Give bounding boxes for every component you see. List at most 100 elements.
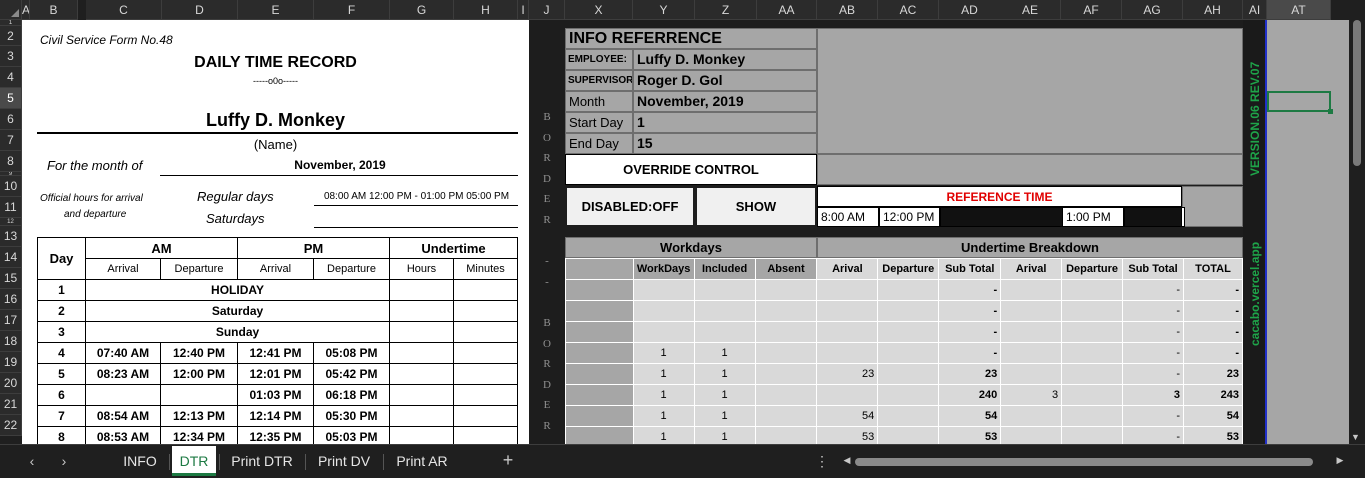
sheet-tab-info[interactable]: INFO	[110, 446, 170, 476]
row-header-2[interactable]: 2	[0, 26, 22, 46]
column-header-ae[interactable]: AE	[1000, 0, 1061, 20]
grid-cell[interactable]: -	[1122, 321, 1185, 343]
grid-cell[interactable]	[754, 426, 818, 444]
column-header-f[interactable]: F	[314, 0, 390, 20]
column-header-at[interactable]: AT	[1267, 0, 1331, 20]
row-header-17[interactable]: 17	[0, 310, 22, 331]
row-header-3[interactable]: 3	[0, 46, 22, 67]
column-header-c[interactable]: C	[86, 0, 162, 20]
row-header-5[interactable]: 5	[0, 88, 22, 109]
grid-cell[interactable]	[816, 279, 879, 301]
grid-cell[interactable]	[693, 321, 756, 343]
grid-cell[interactable]: -	[938, 321, 1002, 343]
column-header-z[interactable]: Z	[695, 0, 757, 20]
column-header-d[interactable]: D	[162, 0, 238, 20]
column-header-e[interactable]: E	[238, 0, 314, 20]
grid-cell[interactable]	[1061, 279, 1124, 301]
column-header-g[interactable]: G	[390, 0, 454, 20]
grid-cell[interactable]: 1	[632, 384, 695, 406]
grid-cell[interactable]	[1000, 405, 1063, 427]
grid-cell[interactable]: -	[1122, 300, 1185, 322]
grid-cell[interactable]: -	[938, 279, 1002, 301]
column-header-ad[interactable]: AD	[939, 0, 1001, 20]
grid-cell[interactable]: 53	[938, 426, 1002, 444]
column-header-ai[interactable]: AI	[1243, 0, 1267, 20]
grid-cell[interactable]	[1000, 300, 1063, 322]
grid-cell[interactable]	[632, 321, 695, 343]
grid-cell[interactable]: 54	[1183, 405, 1243, 427]
grid-cell[interactable]	[754, 321, 818, 343]
tab-next-icon[interactable]: ›	[54, 453, 74, 469]
grid-cell[interactable]	[693, 279, 756, 301]
grid-cell[interactable]	[1061, 405, 1124, 427]
grid-cell[interactable]	[693, 300, 756, 322]
row-header-19[interactable]: 19	[0, 352, 22, 373]
reference-time-cell[interactable]: 12:00 PM	[879, 207, 940, 227]
grid-cell[interactable]: 1	[632, 363, 695, 385]
grid-cell[interactable]	[1061, 342, 1124, 364]
column-header-af[interactable]: AF	[1061, 0, 1122, 20]
column-header-x[interactable]: X	[565, 0, 633, 20]
grid-cell[interactable]: 1	[632, 426, 695, 444]
sheet-tab-dtr[interactable]: DTR	[172, 446, 216, 476]
grid-cell[interactable]: -	[938, 342, 1002, 364]
grid-cell[interactable]: 1	[693, 342, 756, 364]
grid-cell[interactable]: 1	[632, 405, 695, 427]
grid-cell[interactable]	[1061, 363, 1124, 385]
add-sheet-icon[interactable]: +	[498, 450, 518, 471]
horizontal-scroll-thumb[interactable]	[855, 458, 1313, 466]
show-button[interactable]: SHOW	[695, 186, 817, 227]
grid-cell[interactable]: -	[1122, 405, 1185, 427]
row-header-6[interactable]: 6	[0, 109, 22, 130]
column-header-ac[interactable]: AC	[878, 0, 939, 20]
row-header-14[interactable]: 14	[0, 247, 22, 268]
grid-cell[interactable]: -	[1183, 321, 1243, 343]
grid-cell[interactable]	[877, 300, 940, 322]
column-header-ab[interactable]: AB	[817, 0, 878, 20]
row-header-18[interactable]: 18	[0, 331, 22, 352]
grid-cell[interactable]	[1000, 321, 1063, 343]
grid-cell[interactable]: 53	[1183, 426, 1243, 444]
grid-cell[interactable]	[816, 300, 879, 322]
grid-cell[interactable]	[816, 384, 879, 406]
grid-cell[interactable]	[1061, 321, 1124, 343]
grid-cell[interactable]	[877, 384, 940, 406]
grid-cell[interactable]	[754, 300, 818, 322]
grid-cell[interactable]: -	[1122, 342, 1185, 364]
grid-cell[interactable]: -	[1122, 279, 1185, 301]
reference-time-cell[interactable]: 1:00 PM	[1062, 207, 1124, 227]
grid-cell[interactable]: 243	[1183, 384, 1243, 406]
grid-cell[interactable]: -	[938, 300, 1002, 322]
grid-cell[interactable]	[816, 342, 879, 364]
sheet-tab-print-ar[interactable]: Print AR	[386, 446, 458, 476]
grid-cell[interactable]	[877, 426, 940, 444]
grid-cell[interactable]	[877, 321, 940, 343]
grid-cell[interactable]	[1000, 363, 1063, 385]
grid-cell[interactable]: 1	[693, 363, 756, 385]
grid-cell[interactable]: -	[1183, 279, 1243, 301]
grid-cell[interactable]	[1000, 426, 1063, 444]
grid-cell[interactable]	[754, 279, 818, 301]
column-header-ah[interactable]: AH	[1183, 0, 1243, 20]
grid-cell[interactable]	[754, 405, 818, 427]
grid-cell[interactable]	[1000, 279, 1063, 301]
row-header-15[interactable]: 15	[0, 268, 22, 289]
grid-cell[interactable]	[754, 363, 818, 385]
grid-cell[interactable]	[877, 279, 940, 301]
column-header-h[interactable]: H	[454, 0, 518, 20]
column-header-j[interactable]: J	[529, 0, 565, 20]
scroll-down-arrow-icon[interactable]: ▼	[1351, 432, 1360, 442]
grid-cell[interactable]	[1061, 384, 1124, 406]
select-all-corner[interactable]	[0, 0, 22, 20]
row-header-16[interactable]: 16	[0, 289, 22, 310]
grid-cell[interactable]: -	[1183, 342, 1243, 364]
scroll-left-icon[interactable]: ◀	[837, 455, 857, 466]
reference-time-cell[interactable]: 8:00 AM	[817, 207, 879, 227]
grid-cell[interactable]: 1	[693, 405, 756, 427]
grid-cell[interactable]: 1	[693, 426, 756, 444]
grid-cell[interactable]: 3	[1000, 384, 1063, 406]
grid-cell[interactable]: 23	[1183, 363, 1243, 385]
grid-cell[interactable]	[754, 342, 818, 364]
grid-cell[interactable]: -	[1122, 363, 1185, 385]
reference-time-cell[interactable]	[940, 207, 1063, 227]
